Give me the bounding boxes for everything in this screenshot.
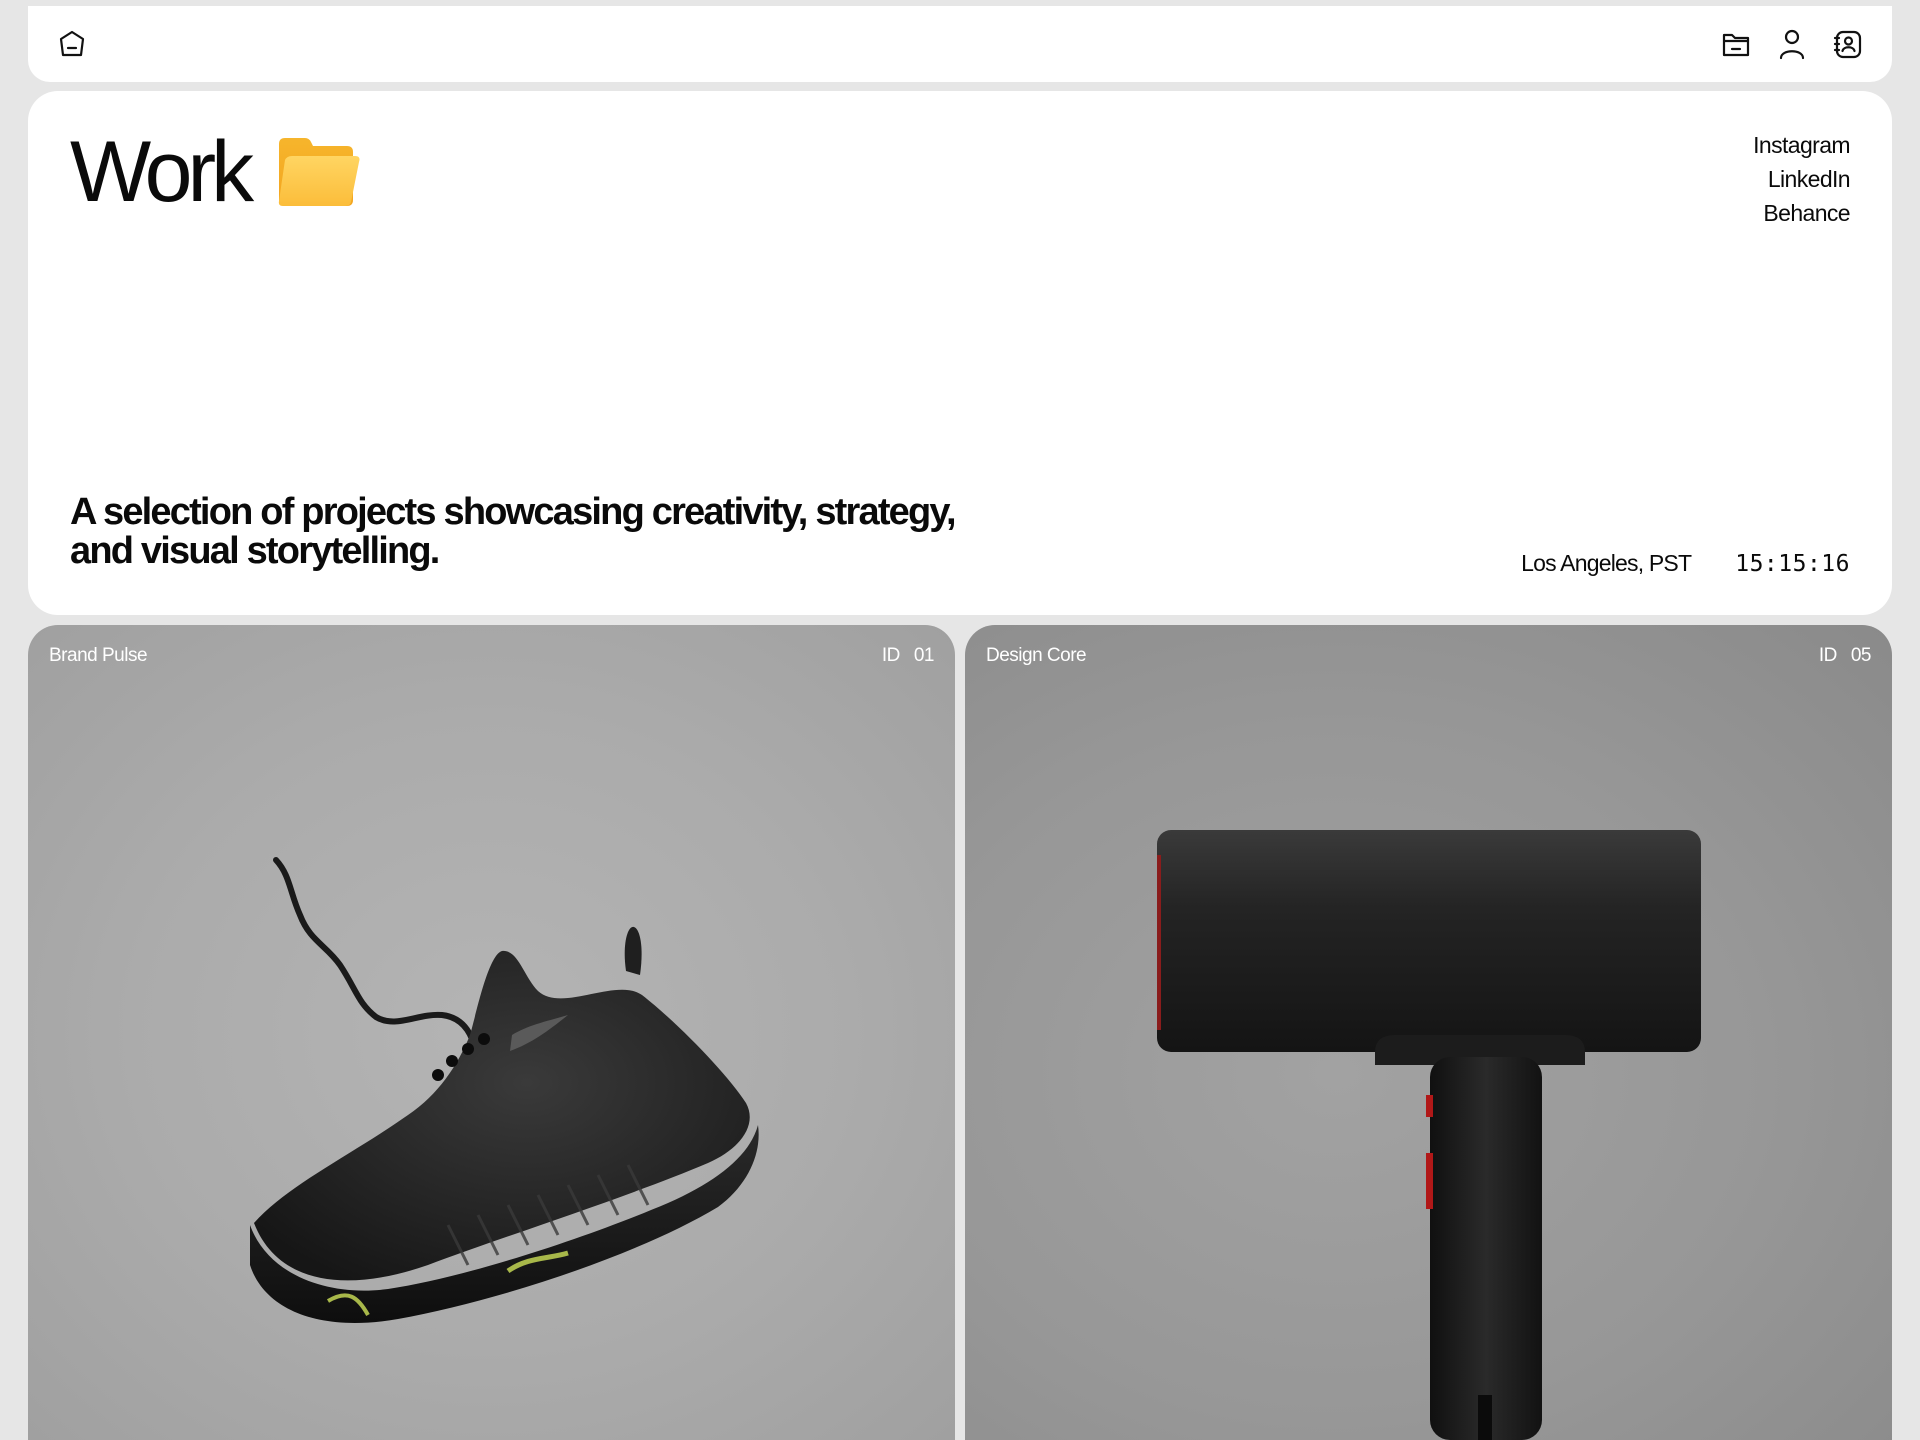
hair-dryer-image (1157, 830, 1701, 1440)
location-label: Los Angeles, PST (1521, 550, 1692, 576)
header-actions (1714, 22, 1870, 66)
top-navigation-bar (28, 6, 1892, 82)
project-card-header: Design Core ID 05 (986, 645, 1872, 667)
sneaker-image (250, 857, 759, 1323)
open-folder-icon (278, 138, 360, 206)
user-icon[interactable] (1770, 22, 1814, 66)
instagram-link[interactable]: Instagram (1753, 131, 1850, 159)
behance-link[interactable]: Behance (1763, 199, 1850, 227)
project-card-brand-pulse[interactable]: Brand Pulse ID 01 (28, 625, 955, 1440)
hero-panel: Work Instagram LinkedIn Behance A select… (28, 91, 1892, 615)
page-title: Work (70, 124, 254, 220)
linkedin-link[interactable]: LinkedIn (1768, 165, 1851, 193)
intro-tagline: A selection of projects showcasing creat… (70, 491, 957, 572)
folder-icon[interactable] (1714, 22, 1758, 66)
live-clock: 15:15:16 (1735, 551, 1850, 577)
project-card-design-core[interactable]: Design Core ID 05 (965, 625, 1892, 1440)
social-links: Instagram LinkedIn Behance (1753, 131, 1850, 227)
page-title-row: Work (70, 129, 361, 215)
project-card-header: Brand Pulse ID 01 (49, 645, 935, 667)
project-name: Design Core (986, 645, 1087, 666)
contact-card-icon[interactable] (1826, 22, 1870, 66)
project-name: Brand Pulse (49, 645, 148, 666)
project-id-value: 05 (1850, 645, 1872, 666)
project-id-label: ID (1818, 645, 1838, 666)
project-id: ID 05 (1818, 645, 1872, 667)
project-id-label: ID (881, 645, 901, 666)
project-id: ID 01 (881, 645, 935, 667)
project-id-value: 01 (913, 645, 935, 666)
home-logo-icon[interactable] (50, 22, 94, 66)
location-clock: Los Angeles, PST 15:15:16 (1521, 550, 1850, 577)
